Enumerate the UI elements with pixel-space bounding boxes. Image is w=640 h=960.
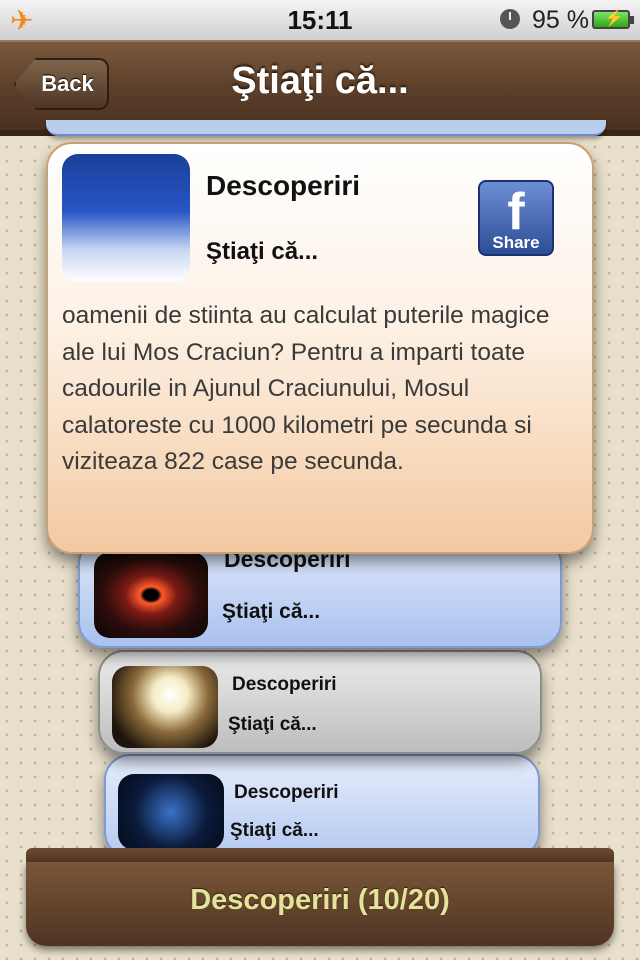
list-item[interactable]: Descoperiri Ştiaţi că...	[78, 538, 562, 648]
fact-text: oamenii de stiinta au calculat puterile …	[62, 302, 550, 475]
previous-card-edge[interactable]	[46, 120, 606, 136]
dna-figure-thumbnail	[118, 774, 224, 850]
category-drawer[interactable]: Descoperiri (10/20)	[26, 862, 614, 946]
list-item[interactable]: Descoperiri Ştiaţi că...	[98, 650, 542, 754]
alarm-clock-icon	[500, 9, 520, 29]
card-subtitle: Ştiaţi că...	[230, 820, 319, 841]
battery-percent: 95 %	[532, 6, 589, 34]
christmas-sleigh-thumbnail	[62, 154, 190, 282]
battery-charging-icon: ⚡	[592, 10, 634, 29]
light-bulb-thumbnail	[112, 666, 218, 748]
black-hole-thumbnail	[94, 552, 208, 638]
status-bar: ✈ 15:11 95 % ⚡	[0, 0, 640, 41]
card-title: Descoperiri	[206, 170, 361, 201]
page-title: Ştiaţi că...	[231, 60, 409, 102]
card-title: Descoperiri	[234, 782, 339, 803]
share-label: Share	[492, 233, 540, 252]
category-counter: Descoperiri (10/20)	[190, 884, 450, 916]
card-subtitle: Ştiaţi că...	[222, 600, 321, 623]
list-item[interactable]: Descoperiri Ştiaţi că...	[104, 754, 540, 858]
card-subtitle: Ştiaţi că...	[228, 714, 317, 735]
fact-card: Descoperiri Ştiaţi că... f Share oamenii…	[46, 142, 594, 554]
facebook-share-button[interactable]: f Share	[478, 180, 554, 256]
card-subtitle: Ştiaţi că...	[206, 238, 319, 265]
card-title: Descoperiri	[232, 674, 337, 695]
